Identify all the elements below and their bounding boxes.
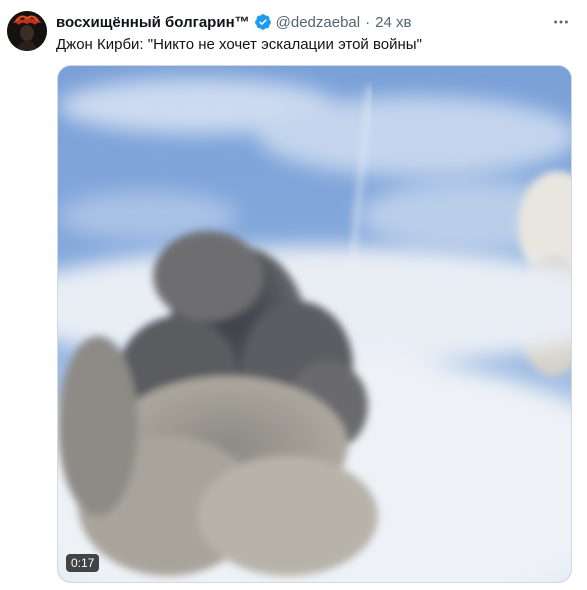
tweet-header: восхищённый болгарин™ @dedzaebal · 24 хв — [56, 12, 411, 32]
author-display-name[interactable]: восхищённый болгарин™ — [56, 14, 250, 31]
avatar[interactable] — [7, 11, 47, 51]
author-handle[interactable]: @dedzaebal — [276, 14, 360, 31]
video-duration-badge: 0:17 — [66, 554, 100, 572]
video-thumbnail — [58, 66, 571, 582]
verified-badge-icon — [254, 13, 272, 31]
avatar-image — [7, 11, 47, 51]
video-player[interactable]: 0:17 — [57, 65, 572, 583]
more-dots-icon[interactable] — [551, 12, 571, 32]
tweet[interactable]: восхищённый болгарин™ @dedzaebal · 24 хв… — [0, 0, 587, 590]
separator-dot: · — [365, 13, 371, 31]
tweet-text: Джон Кирби: "Никто не хочет эскалации эт… — [56, 36, 422, 53]
timestamp[interactable]: 24 хв — [375, 14, 411, 31]
